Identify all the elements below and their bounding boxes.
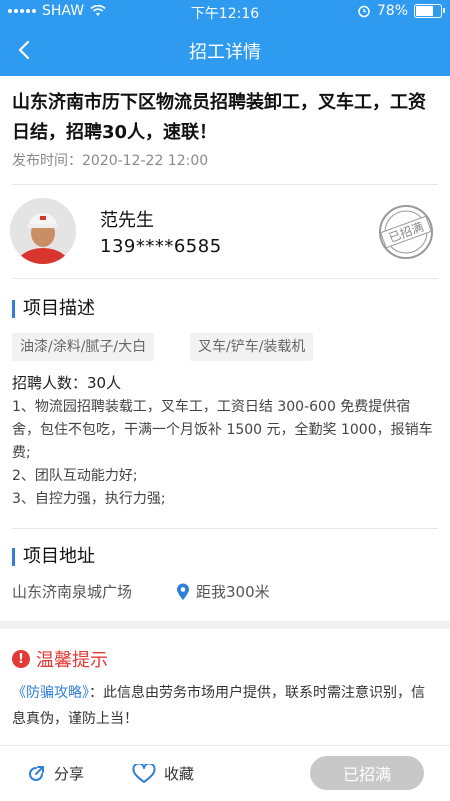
battery-fill (416, 6, 434, 16)
share-icon (29, 765, 44, 781)
tips-title: ! 温馨提示 (12, 646, 108, 672)
location-pin-icon (177, 583, 189, 600)
contact-name: 范先生 (100, 210, 154, 231)
recruited-stamp: 已招满 (378, 204, 434, 260)
nav-bar: 招工详情 (0, 24, 450, 76)
section-spacer (0, 621, 450, 629)
status-right: 78% (357, 3, 445, 19)
divider (12, 184, 438, 185)
stamp-icon: 已招满 (379, 205, 433, 259)
favorite-label: 收藏 (164, 765, 195, 783)
avatar (10, 198, 76, 264)
page-title: 招工详情 (189, 42, 261, 63)
publish-time: 发布时间：2020-12-22 12:00 (12, 153, 209, 169)
recruited-status-button[interactable]: 已招满 (310, 756, 424, 790)
divider (12, 528, 438, 529)
battery-icon (414, 4, 445, 18)
favorite-button[interactable]: 收藏 (132, 763, 194, 784)
heart-icon (132, 763, 156, 783)
recruit-count: 招聘人数：30人 (12, 374, 122, 392)
share-label: 分享 (54, 765, 85, 783)
battery-percent: 78% (376, 3, 408, 19)
tips-text: 《防骗攻略》：此信息由劳务市场用户提供，联系时需注意识别，信息真伪，谨防上当！ (12, 680, 438, 732)
warning-icon: ! (12, 650, 30, 668)
tips-title-label: 温馨提示 (36, 650, 108, 671)
distance-link[interactable]: 距我300米 (176, 581, 270, 602)
share-button[interactable]: 分享 (26, 763, 84, 784)
alarm-icon (358, 5, 370, 18)
tag-item: 叉车/铲车/装载机 (190, 333, 314, 361)
distance-label: 距我300米 (196, 583, 270, 601)
anti-fraud-link[interactable]: 《防骗攻略》 (12, 685, 89, 701)
status-bar: SHAW 下午12:16 78% (0, 0, 450, 24)
project-address-title: 项目地址 (12, 548, 95, 566)
project-address: 山东济南泉城广场 (12, 583, 133, 601)
bottom-bar: 分享 收藏 已招满 (0, 745, 450, 801)
tag-item: 油漆/涂料/腻子/大白 (12, 333, 155, 361)
divider (12, 278, 438, 279)
worker-avatar-icon (10, 198, 76, 264)
job-title: 山东济南市历下区物流员招聘装卸工，叉车工，工资日结，招聘30人，速联！ (12, 92, 426, 143)
project-desc-title: 项目描述 (12, 300, 95, 318)
job-description: 1、物流园招聘装载工，叉车工，工资日结 300-600 免费提供宿舍，包住不包吃… (12, 399, 433, 507)
contact-phone[interactable]: 139****6585 (100, 236, 222, 257)
